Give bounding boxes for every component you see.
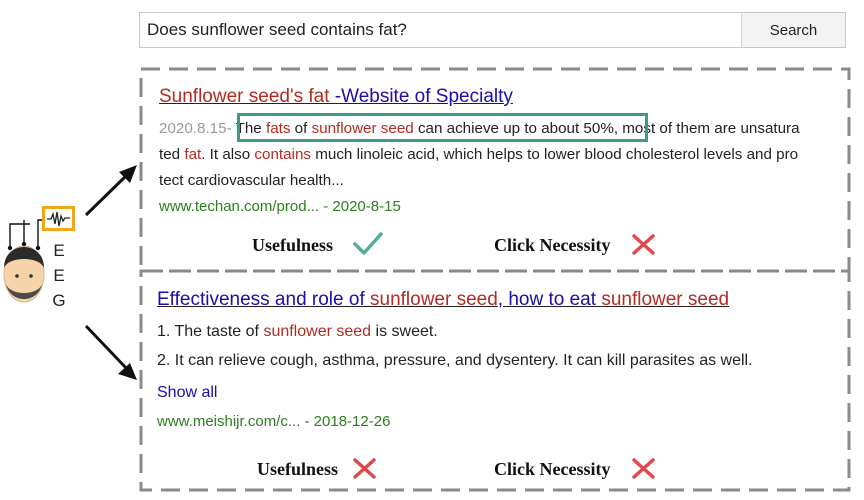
relevance-highlight-box [237, 113, 648, 142]
result1-url[interactable]: www.techan.com/prod... - 2020-8-15 [159, 198, 401, 215]
cross-icon [632, 458, 655, 479]
check-icon [353, 232, 383, 255]
result1-title-part2[interactable]: -Website of Specialty [330, 86, 513, 107]
result2-list-item-1: 1. The taste of sunflower seed is sweet. [157, 323, 438, 341]
result1-usefulness-label: Usefulness [252, 235, 334, 255]
result2-title[interactable]: Effectiveness and role of sunflower seed… [157, 289, 729, 311]
list-highlight: sunflower seed [263, 323, 372, 340]
snippet-highlight: contains [254, 146, 311, 163]
list-text: 1. The taste of [157, 323, 264, 340]
list-text: is sweet. [371, 323, 438, 340]
snippet-text: much linoleic acid, which helps to lower… [311, 146, 799, 163]
result2-title-highlight[interactable]: sunflower seed [601, 289, 729, 310]
show-all-link[interactable]: Show all [157, 384, 217, 402]
result2-title-part[interactable]: Effectiveness and role of [157, 289, 370, 310]
result2-usefulness-label: Usefulness [257, 459, 339, 479]
result1-title-part1[interactable]: Sunflower seed's fat [159, 86, 330, 107]
snippet-text: ted [159, 146, 185, 163]
result2-url[interactable]: www.meishijr.com/c... - 2018-12-26 [157, 413, 390, 430]
arrow-icon [84, 172, 130, 217]
result2-click-necessity-label: Click Necessity [494, 459, 611, 479]
result1-title[interactable]: Sunflower seed's fat -Website of Special… [159, 86, 513, 108]
arrows [84, 165, 137, 380]
result1-snippet-date: 2020.8.15- [159, 120, 232, 137]
result1-click-necessity-label: Click Necessity [494, 235, 611, 255]
arrow-icon [84, 324, 130, 372]
result2-title-highlight[interactable]: sunflower seed [370, 289, 498, 310]
cross-icon [632, 234, 655, 255]
result1-snippet-line3: tect cardiovascular health... [159, 172, 344, 189]
snippet-highlight: fat [184, 146, 202, 163]
result2-list-item-2: 2. It can relieve cough, asthma, pressur… [157, 352, 753, 369]
arrow-head-down-icon [118, 363, 137, 380]
result1-snippet-line2: ted fat. It also contains much linoleic … [159, 142, 798, 168]
result2-title-part[interactable]: , how to eat [498, 289, 602, 310]
cross-icon [353, 458, 376, 479]
snippet-text: . It also [201, 146, 255, 163]
